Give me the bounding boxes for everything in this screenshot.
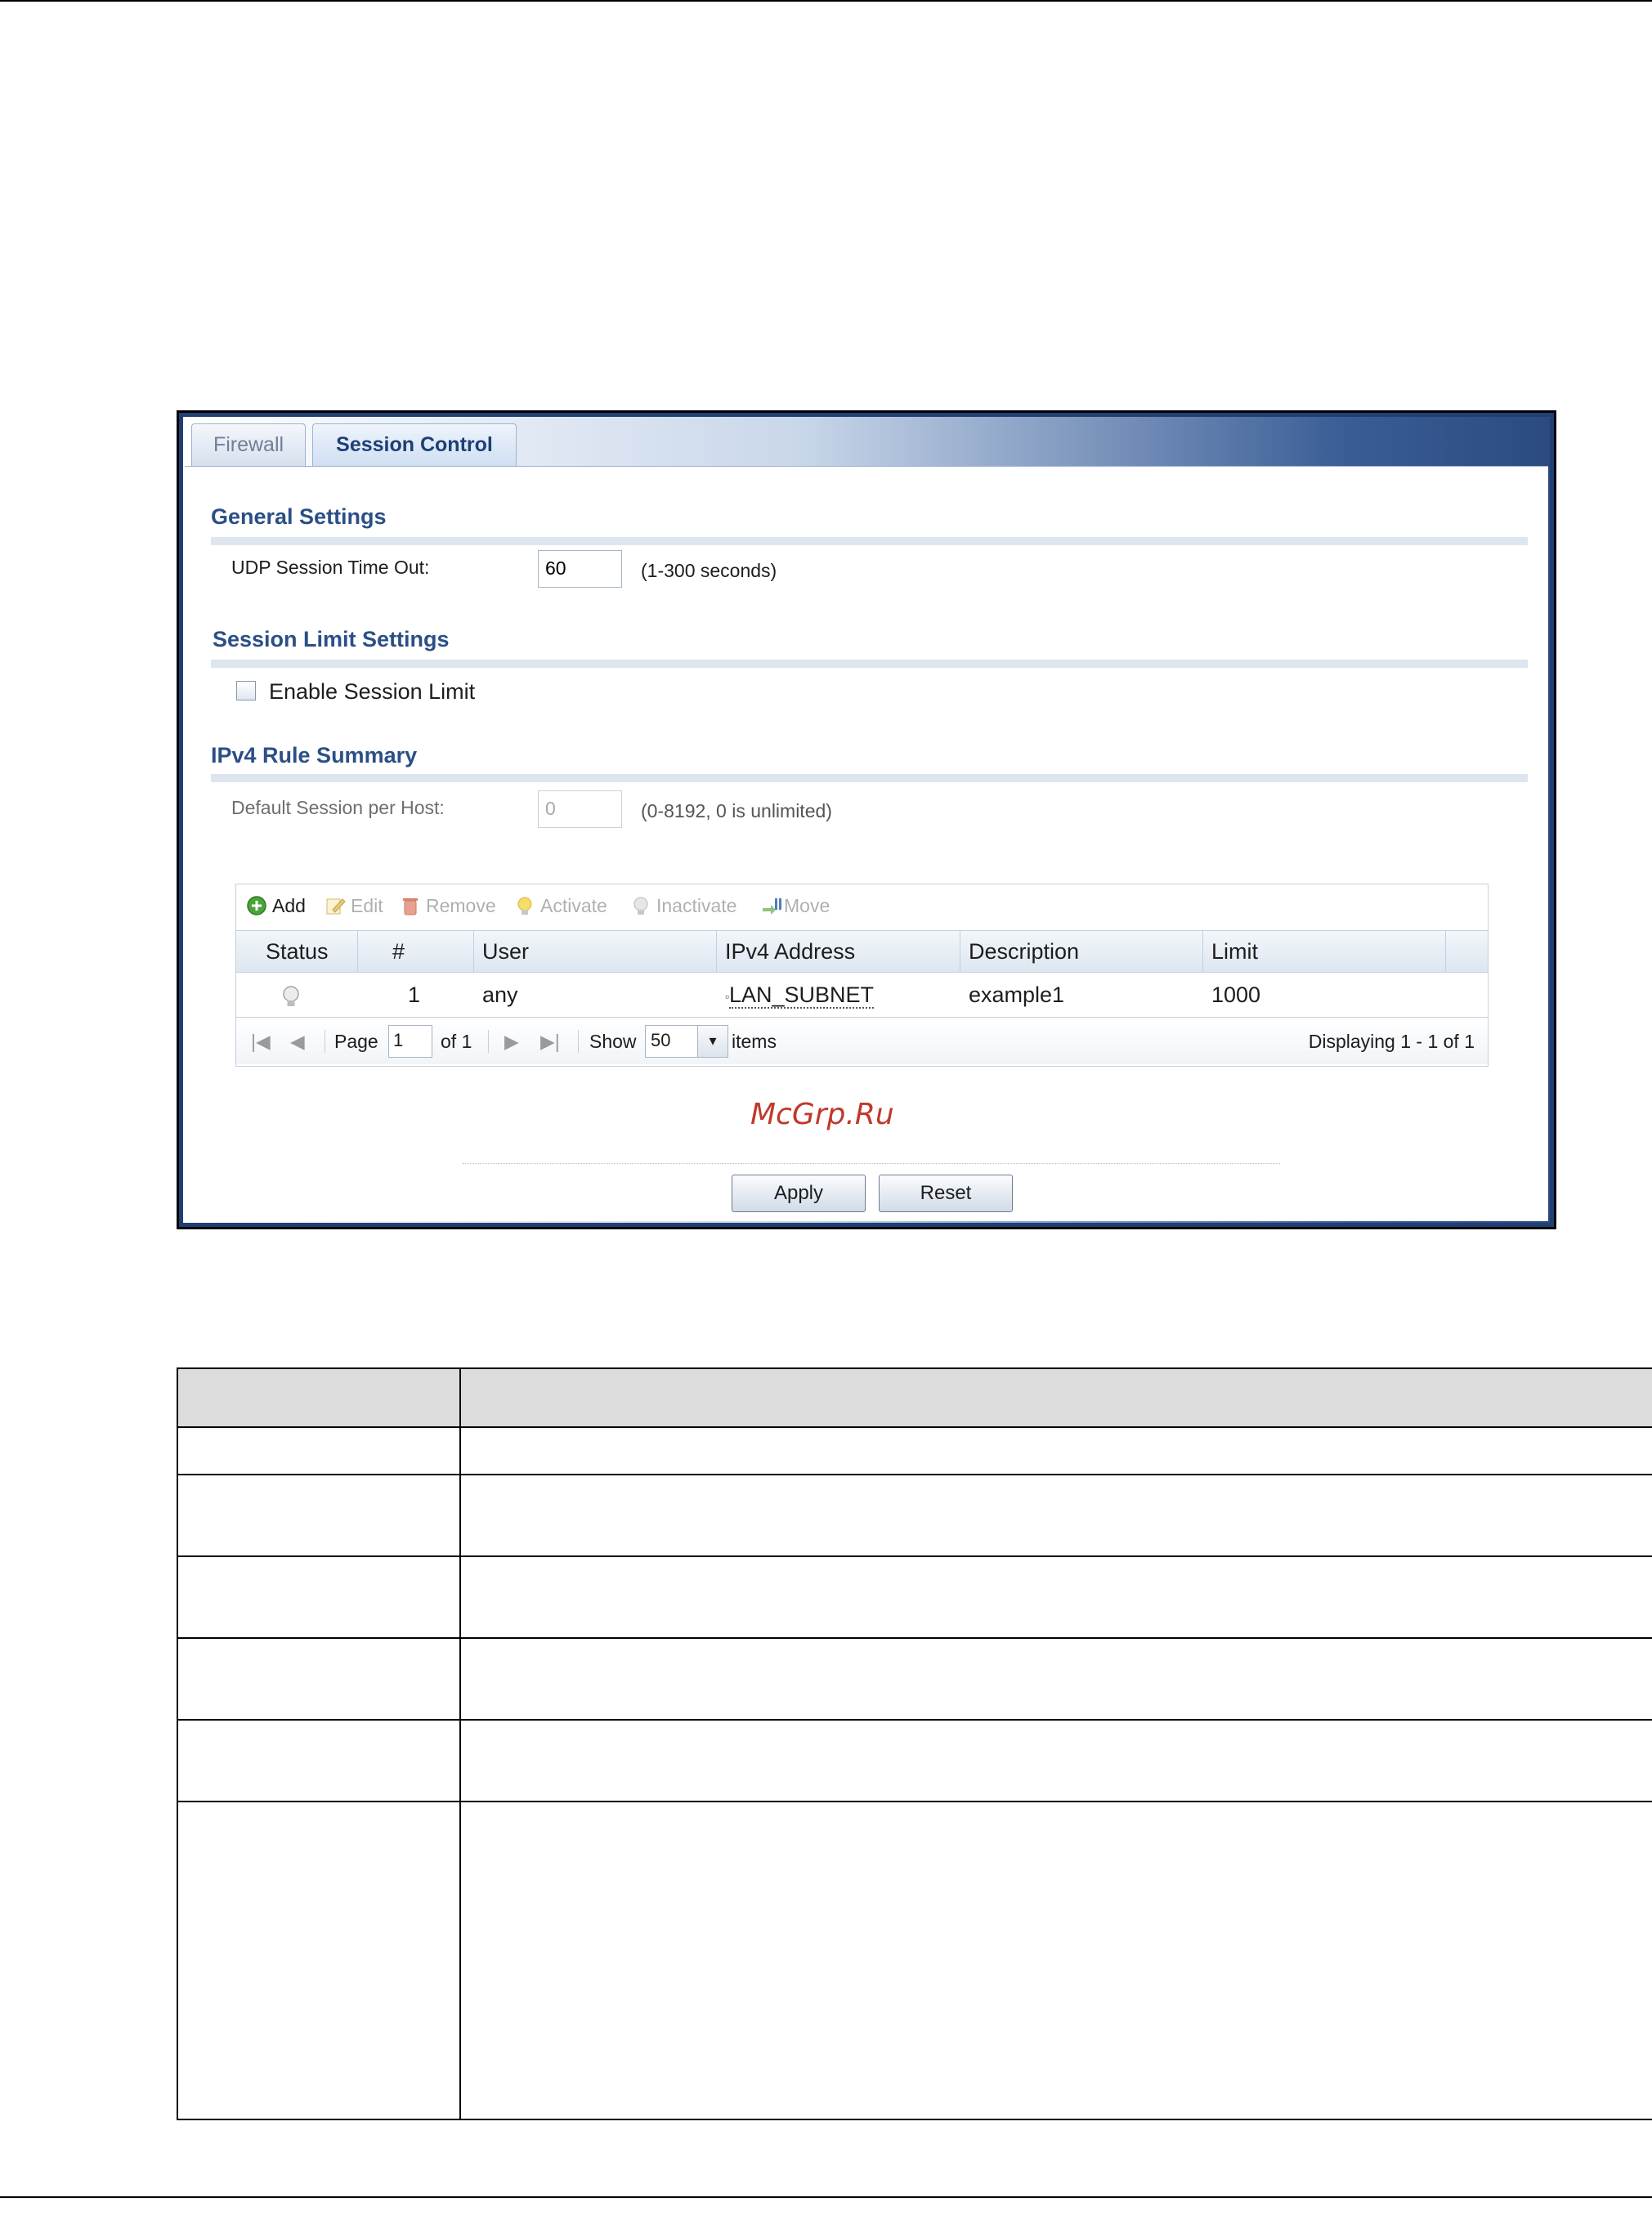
udp-timeout-label: UDP Session Time Out: (231, 557, 430, 578)
move-button[interactable]: Move (761, 891, 830, 920)
enable-session-limit-checkbox[interactable] (236, 681, 256, 700)
move-label: Move (784, 895, 830, 916)
bottom-rule (0, 2196, 1652, 2198)
default-session-input[interactable]: 0 (538, 790, 622, 828)
separator (578, 1030, 579, 1053)
button-divider (463, 1163, 1280, 1165)
udp-timeout-hint: (1-300 seconds) (641, 560, 777, 581)
ipv4-rule-summary-title: IPv4 Rule Summary (211, 743, 418, 768)
default-session-label: Default Session per Host: (231, 797, 445, 818)
last-page-icon[interactable]: ▶| (540, 1018, 560, 1064)
udp-timeout-input[interactable]: 60 (538, 550, 622, 588)
number-cell: 1 (408, 982, 421, 1007)
description-table (177, 1367, 1652, 2120)
section-divider (211, 660, 1528, 668)
chevron-down-icon[interactable]: ▾ (697, 1026, 728, 1057)
table-row[interactable]: 1 any ▫LAN_SUBNET example1 1000 (236, 973, 1488, 1018)
inactivate-label: Inactivate (656, 895, 737, 916)
table-row (178, 1475, 1652, 1557)
user-cell: any (482, 982, 518, 1007)
page-size-value: 50 (651, 1030, 671, 1050)
edit-label: Edit (351, 895, 383, 916)
tab-session-control[interactable]: Session Control (312, 423, 517, 466)
edit-icon (326, 898, 346, 915)
table-header-row (178, 1369, 1652, 1428)
show-label: Show (589, 1031, 637, 1052)
limit-cell: 1000 (1211, 982, 1261, 1007)
default-session-hint: (0-8192, 0 is unlimited) (641, 800, 832, 821)
displaying-text: Displaying 1 - 1 of 1 (1308, 1031, 1475, 1052)
watermark: McGrp.Ru (750, 1098, 894, 1131)
table-row (178, 1721, 1652, 1802)
column-limit[interactable]: Limit (1203, 931, 1446, 972)
column-number[interactable]: # (358, 931, 474, 972)
page-size-select[interactable]: 50 ▾ (645, 1025, 728, 1058)
first-page-icon[interactable]: |◀ (251, 1018, 271, 1064)
status-cell (280, 973, 302, 1017)
trash-icon (403, 898, 418, 915)
prev-page-icon[interactable]: ◀ (290, 1018, 305, 1064)
apply-button[interactable]: Apply (732, 1175, 866, 1212)
column-status[interactable]: Status (236, 931, 358, 972)
activate-button[interactable]: Activate (514, 891, 607, 920)
move-icon (763, 898, 781, 915)
session-control-screen: Firewall Session Control General Setting… (177, 410, 1556, 1229)
add-button[interactable]: Add (246, 891, 306, 920)
activate-label: Activate (540, 895, 607, 916)
session-limit-title: Session Limit Settings (213, 627, 450, 651)
next-page-icon[interactable]: ▶ (504, 1018, 519, 1064)
section-divider (211, 537, 1528, 545)
window-chrome: Firewall Session Control General Setting… (183, 417, 1550, 1223)
top-rule (0, 0, 1652, 2)
column-divider (459, 1369, 461, 2119)
content-panel: General Settings UDP Session Time Out: 6… (185, 466, 1548, 1221)
inactive-bulb-icon (283, 986, 299, 1006)
section-divider (211, 774, 1528, 782)
remove-label: Remove (426, 895, 496, 916)
general-settings-title: General Settings (211, 504, 387, 529)
bulb-off-icon (633, 897, 648, 915)
pager: |◀ ◀ Page 1 of 1 ▶ ▶| Show 50 ▾ items Di… (236, 1018, 1488, 1064)
column-ipv4-address[interactable]: IPv4 Address (717, 931, 960, 972)
table-row (178, 1428, 1652, 1475)
separator (488, 1030, 489, 1053)
reset-button[interactable]: Reset (879, 1175, 1013, 1212)
address-cell[interactable]: ▫LAN_SUBNET (717, 973, 875, 1017)
description-cell: example1 (969, 982, 1065, 1007)
address-link[interactable]: LAN_SUBNET (728, 982, 875, 1009)
table-row (178, 1557, 1652, 1639)
page-input[interactable]: 1 (388, 1025, 432, 1058)
column-user[interactable]: User (474, 931, 717, 972)
bulb-on-icon (517, 897, 532, 915)
column-description[interactable]: Description (960, 931, 1203, 972)
edit-button[interactable]: Edit (325, 891, 383, 920)
page-of-label: of 1 (441, 1031, 472, 1052)
items-label: items (732, 1031, 777, 1052)
page-label: Page (334, 1031, 378, 1052)
table-row (178, 1639, 1652, 1721)
tab-firewall[interactable]: Firewall (191, 423, 306, 466)
add-icon (247, 896, 266, 915)
rule-grid: Add Edit Remove Activate Inactivate Move… (235, 884, 1489, 1067)
enable-session-limit-label[interactable]: Enable Session Limit (269, 679, 475, 705)
inactivate-button[interactable]: Inactivate (630, 891, 736, 920)
add-label: Add (272, 895, 306, 916)
grid-header: Status # User IPv4 Address Description L… (236, 930, 1488, 973)
remove-button[interactable]: Remove (400, 891, 496, 920)
